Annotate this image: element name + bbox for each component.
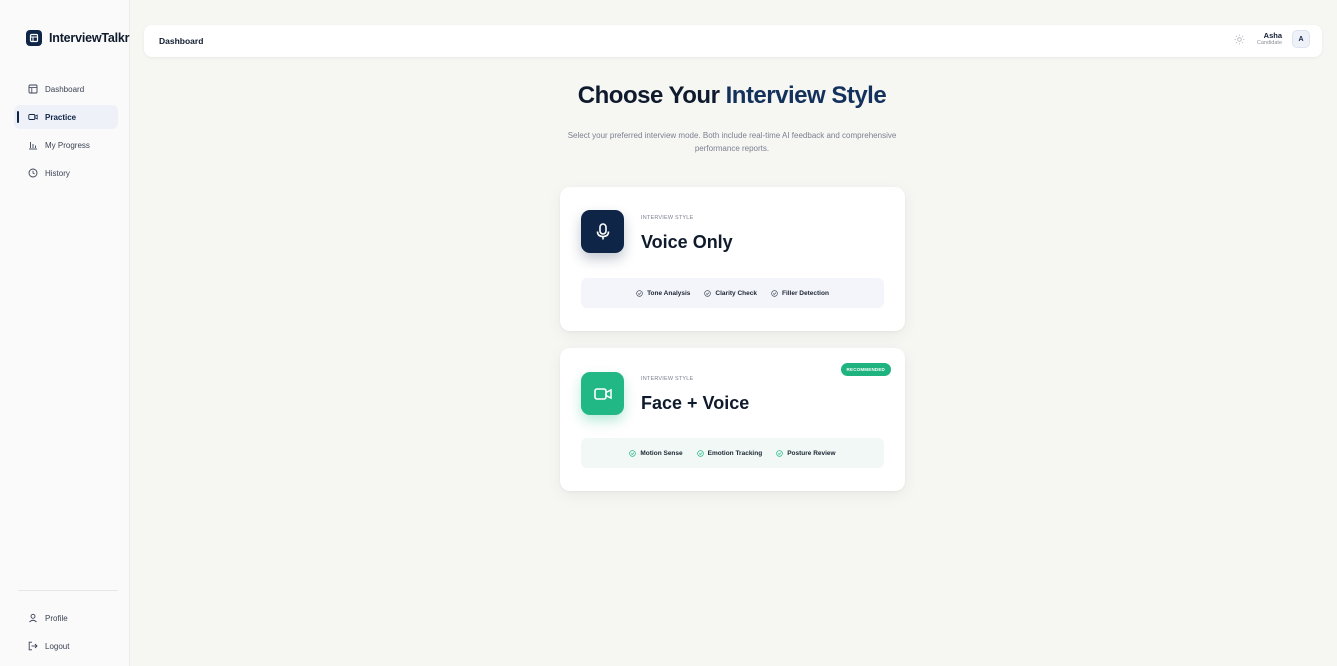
check-circle-icon (629, 449, 637, 457)
feature-label: Filler Detection (781, 289, 829, 297)
logo-icon (26, 30, 42, 46)
sidebar-item-logout[interactable]: Logout (14, 634, 118, 658)
check-circle-icon (704, 289, 712, 297)
user-role: Candidate (1256, 40, 1282, 46)
video-camera-icon (581, 372, 624, 415)
card-kicker: INTERVIEW STYLE (641, 215, 694, 221)
card-title: Face + Voice (641, 393, 750, 413)
voice-only-card[interactable]: INTERVIEW STYLE Voice Only Tone Analysis… (560, 187, 905, 331)
feature-label: Tone Analysis (647, 289, 691, 297)
feature-item: Filler Detection (771, 290, 829, 297)
sidebar-item-my-progress[interactable]: My Progress (14, 133, 118, 157)
feature-label: Emotion Tracking (707, 449, 763, 457)
feature-label: Posture Review (787, 449, 836, 457)
sidebar-divider (18, 590, 118, 591)
logout-icon (28, 641, 38, 651)
topbar-right: Asha Candidate A (1233, 30, 1310, 48)
sidebar-item-label: Profile (45, 613, 68, 623)
face-voice-card[interactable]: RECOMMENDED INTERVIEW STYLE Face + Voice… (560, 348, 905, 491)
clock-icon (28, 168, 38, 178)
card-kicker: INTERVIEW STYLE (641, 376, 694, 382)
dashboard-icon (28, 84, 38, 94)
sidebar-item-profile[interactable]: Profile (14, 606, 118, 630)
check-circle-icon (636, 289, 643, 297)
page-subtitle: Select your preferred interview mode. Bo… (567, 131, 897, 153)
page-title-accent: Interview Style (725, 82, 887, 109)
sidebar-item-label: History (45, 168, 70, 178)
video-icon (28, 112, 38, 122)
feature-label: Clarity Check (715, 289, 757, 297)
card-title: Voice Only (641, 232, 733, 252)
microphone-icon (581, 210, 624, 253)
sidebar-item-label: Logout (45, 641, 70, 651)
sidebar-item-history[interactable]: History (14, 161, 118, 185)
theme-toggle-sun-icon[interactable] (1233, 32, 1247, 46)
sidebar-item-label: Practice (45, 112, 77, 122)
check-circle-icon (696, 449, 704, 457)
sidebar-nav: Dashboard Practice My Progress History (14, 77, 118, 189)
user-info[interactable]: Asha Candidate (1256, 30, 1282, 47)
feature-list: Tone Analysis Clarity Check Filler Detec… (581, 278, 884, 308)
feature-item: Posture Review (776, 449, 836, 457)
check-circle-icon (771, 289, 778, 297)
feature-list: Motion Sense Emotion Tracking Posture Re… (581, 438, 884, 468)
page-title-main: Choose Your (577, 82, 720, 109)
check-circle-icon (776, 449, 783, 457)
page-title: Choose Your Interview Style (470, 82, 994, 110)
sidebar: InterviewTalkr Dashboard Practice My Pro… (0, 0, 130, 666)
feature-item: Motion Sense (629, 449, 683, 457)
sidebar-item-label: Dashboard (45, 84, 85, 94)
feature-item: Clarity Check (704, 290, 757, 297)
avatar[interactable]: A (1292, 30, 1310, 48)
feature-item: Emotion Tracking (696, 449, 763, 457)
feature-label: Motion Sense (640, 449, 683, 457)
top-bar: Dashboard Asha Candidate A (144, 25, 1322, 57)
brand-name: InterviewTalkr (49, 31, 130, 45)
brand[interactable]: InterviewTalkr (26, 30, 130, 46)
sidebar-bottom-nav: Profile Logout (14, 606, 118, 662)
user-name: Asha (1263, 30, 1282, 40)
sidebar-item-label: My Progress (45, 140, 90, 150)
feature-item: Tone Analysis (636, 290, 690, 297)
chart-icon (28, 140, 38, 150)
breadcrumb: Dashboard (159, 36, 204, 46)
user-icon (28, 613, 38, 623)
sidebar-item-dashboard[interactable]: Dashboard (14, 77, 118, 101)
sidebar-item-practice[interactable]: Practice (14, 105, 118, 129)
recommended-badge: RECOMMENDED (840, 363, 891, 376)
